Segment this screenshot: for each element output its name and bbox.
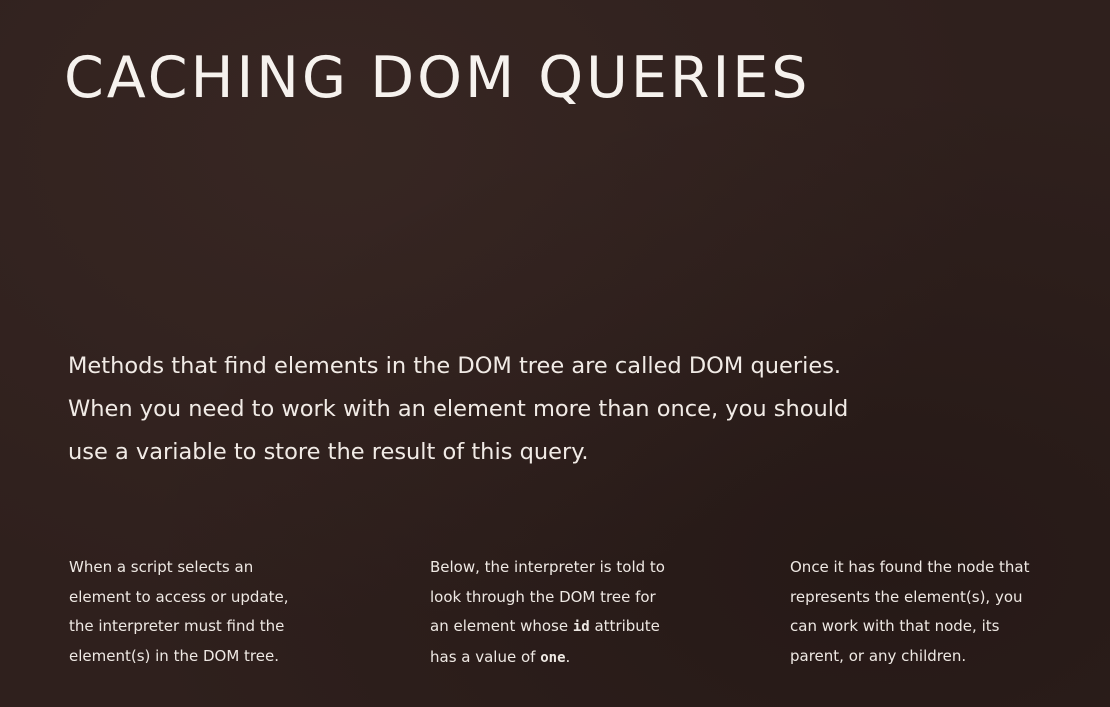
column-line: the interpreter must find the [69, 617, 285, 635]
column-line: element to access or update, [69, 587, 289, 606]
text-fragment: has a value of [430, 647, 541, 666]
column-line: Once it has found the node that [790, 558, 1030, 576]
column-line: has a value of one. [430, 643, 750, 674]
intro-line: When you need to work with an element mo… [68, 396, 849, 422]
text-fragment: an element whose [430, 617, 573, 635]
column-line: Below, the interpreter is told to [430, 558, 665, 576]
column-working-with-node: Once it has found the node that represen… [790, 553, 1110, 671]
text-fragment: attribute [589, 617, 660, 635]
code-id-attribute: id [572, 619, 590, 635]
intro-paragraph: Methods that find elements in the DOM tr… [68, 345, 1098, 474]
column-line: an element whose id attribute [430, 612, 750, 643]
page-title: CACHING DOM QUERIES [64, 45, 811, 111]
column-line: parent, or any children. [790, 646, 967, 665]
book-page: CACHING DOM QUERIES Methods that find el… [0, 0, 1110, 707]
column-line: element(s) in the DOM tree. [69, 646, 279, 665]
column-line: can work with that node, its [790, 617, 1000, 635]
text-fragment: . [565, 647, 571, 666]
intro-line: use a variable to store the result of th… [68, 439, 589, 465]
code-value-one: one [540, 649, 566, 666]
column-interpreter-search: Below, the interpreter is told to look t… [430, 553, 750, 673]
column-selecting-element: When a script selects an element to acce… [69, 553, 389, 671]
intro-line: Methods that find elements in the DOM tr… [68, 353, 842, 379]
column-line: represents the element(s), you [790, 587, 1023, 606]
column-line: look through the DOM tree for [430, 587, 656, 606]
column-line: When a script selects an [69, 558, 254, 576]
